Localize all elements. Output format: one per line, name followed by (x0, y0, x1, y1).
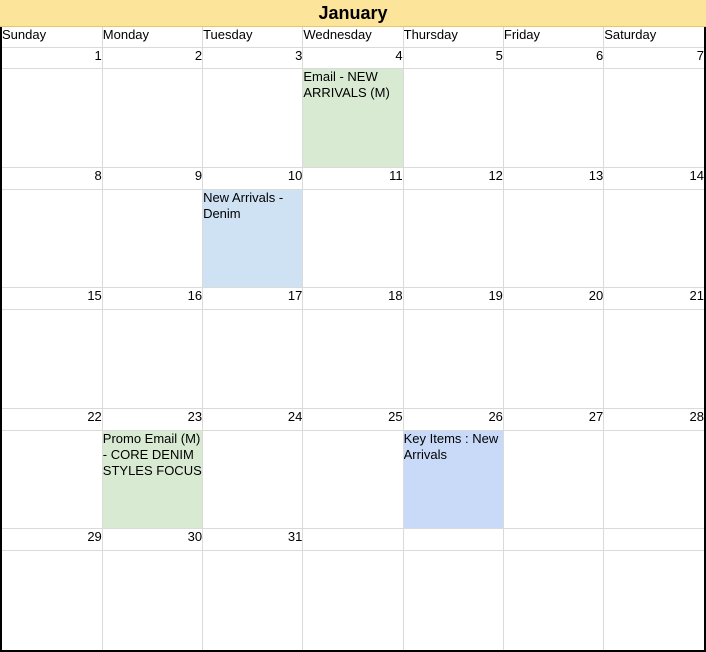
date-cell[interactable]: 23 (101, 407, 204, 431)
week-2-events: New Arrivals - Denim (2, 188, 704, 289)
event-cell[interactable] (101, 550, 204, 650)
event-cell[interactable] (202, 309, 304, 409)
weekday-friday[interactable]: Friday (502, 27, 605, 48)
weekday-wednesday[interactable]: Wednesday (302, 27, 404, 48)
event-cell[interactable] (603, 188, 704, 289)
date-cell[interactable]: 9 (101, 167, 204, 190)
date-cell[interactable]: 30 (101, 528, 204, 551)
event-cell[interactable] (502, 429, 605, 530)
week-1-events: Email - NEW ARRIVALS (M) (2, 68, 704, 169)
date-cell[interactable] (302, 528, 404, 551)
calendar-table: Sunday Monday Tuesday Wednesday Thursday… (2, 27, 704, 650)
week-4-dates: 22 23 24 25 26 27 28 (2, 407, 704, 431)
weekday-monday[interactable]: Monday (101, 27, 204, 48)
week-2-dates: 8 9 10 11 12 13 14 (2, 167, 704, 190)
date-cell[interactable]: 5 (402, 46, 504, 70)
event-cell[interactable] (502, 309, 605, 409)
event-cell[interactable] (603, 309, 704, 409)
calendar-sheet: January Sunday Monday Tuesday Wednesday … (0, 0, 706, 652)
event-cell[interactable] (603, 550, 704, 650)
event-cell[interactable] (402, 188, 504, 289)
date-cell[interactable]: 20 (502, 287, 605, 311)
event-cell[interactable] (202, 550, 304, 650)
date-cell[interactable]: 22 (2, 407, 103, 431)
event-cell[interactable] (302, 309, 404, 409)
date-cell[interactable]: 1 (2, 46, 103, 70)
event-cell[interactable] (502, 550, 605, 650)
week-5-dates: 29 30 31 (2, 528, 704, 551)
week-4-events: Promo Email (M) - CORE DENIM STYLES FOCU… (2, 429, 704, 530)
date-cell[interactable]: 28 (603, 407, 704, 431)
date-cell[interactable]: 3 (202, 46, 304, 70)
event-cell[interactable] (603, 68, 704, 169)
event-cell[interactable] (302, 188, 404, 289)
weekday-saturday[interactable]: Saturday (603, 27, 704, 48)
event-email-new-arrivals[interactable]: Email - NEW ARRIVALS (M) (302, 68, 404, 169)
date-cell[interactable]: 19 (402, 287, 504, 311)
date-cell[interactable]: 14 (603, 167, 704, 190)
date-cell[interactable]: 29 (2, 528, 103, 551)
date-cell[interactable] (603, 528, 704, 551)
weekday-tuesday[interactable]: Tuesday (202, 27, 304, 48)
date-cell[interactable]: 16 (101, 287, 204, 311)
weekday-header-row: Sunday Monday Tuesday Wednesday Thursday… (2, 27, 704, 48)
event-new-arrivals-denim[interactable]: New Arrivals - Denim (202, 188, 304, 289)
month-title[interactable]: January (0, 0, 706, 27)
week-5-events (2, 550, 704, 650)
week-1-dates: 1 2 3 4 5 6 7 (2, 46, 704, 70)
date-cell[interactable]: 26 (402, 407, 504, 431)
event-cell[interactable] (402, 550, 504, 650)
calendar-grid: Sunday Monday Tuesday Wednesday Thursday… (0, 27, 706, 652)
date-cell[interactable]: 11 (302, 167, 404, 190)
date-cell[interactable]: 15 (2, 287, 103, 311)
date-cell[interactable]: 21 (603, 287, 704, 311)
date-cell[interactable]: 18 (302, 287, 404, 311)
date-cell[interactable]: 6 (502, 46, 605, 70)
date-cell[interactable]: 7 (603, 46, 704, 70)
date-cell[interactable]: 25 (302, 407, 404, 431)
event-cell[interactable] (2, 429, 103, 530)
date-cell[interactable]: 8 (2, 167, 103, 190)
date-cell[interactable] (502, 528, 605, 551)
week-3-dates: 15 16 17 18 19 20 21 (2, 287, 704, 311)
date-cell[interactable]: 2 (101, 46, 204, 70)
event-cell[interactable] (2, 550, 103, 650)
event-cell[interactable] (202, 68, 304, 169)
event-cell[interactable] (2, 68, 103, 169)
event-cell[interactable] (2, 188, 103, 289)
event-cell[interactable] (502, 188, 605, 289)
date-cell[interactable]: 12 (402, 167, 504, 190)
date-cell[interactable]: 27 (502, 407, 605, 431)
event-cell[interactable] (302, 429, 404, 530)
event-key-items-new-arrivals[interactable]: Key Items : New Arrivals (402, 429, 504, 530)
event-cell[interactable] (402, 68, 504, 169)
date-cell[interactable] (402, 528, 504, 551)
date-cell[interactable]: 13 (502, 167, 605, 190)
event-cell[interactable] (101, 68, 204, 169)
date-cell[interactable]: 4 (302, 46, 404, 70)
weekday-thursday[interactable]: Thursday (402, 27, 504, 48)
event-cell[interactable] (502, 68, 605, 169)
date-cell[interactable]: 10 (202, 167, 304, 190)
event-cell[interactable] (101, 188, 204, 289)
date-cell[interactable]: 17 (202, 287, 304, 311)
event-cell[interactable] (402, 309, 504, 409)
date-cell[interactable]: 24 (202, 407, 304, 431)
event-cell[interactable] (603, 429, 704, 530)
event-cell[interactable] (302, 550, 404, 650)
event-cell[interactable] (101, 309, 204, 409)
date-cell[interactable]: 31 (202, 528, 304, 551)
weekday-sunday[interactable]: Sunday (2, 27, 103, 48)
event-cell[interactable] (202, 429, 304, 530)
week-3-events (2, 309, 704, 409)
event-promo-email-core-denim[interactable]: Promo Email (M) - CORE DENIM STYLES FOCU… (101, 429, 204, 530)
event-cell[interactable] (2, 309, 103, 409)
